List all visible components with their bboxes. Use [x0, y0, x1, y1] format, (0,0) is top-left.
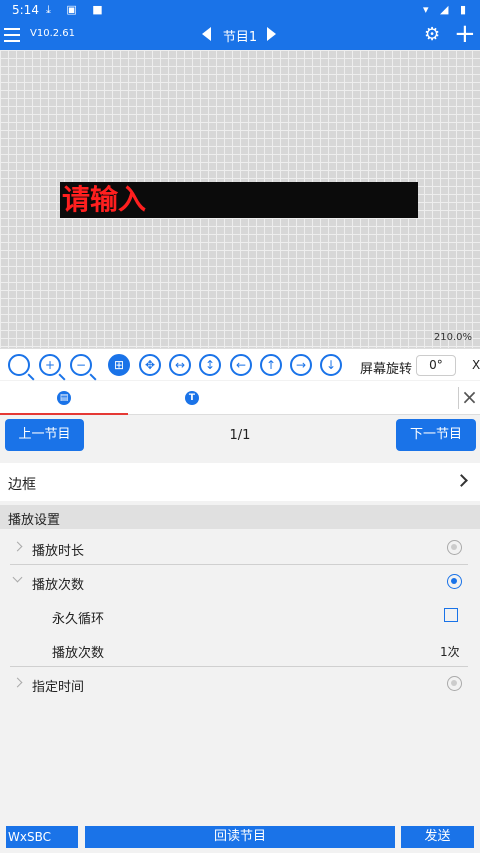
chevron-down-icon [12, 572, 23, 583]
app-version: V10.2.61 [30, 28, 76, 39]
play-settings-list: 播放时长 播放次数 永久循环 播放次数 1次 指定时间 [0, 529, 480, 714]
chevron-right-icon [455, 474, 468, 487]
add-icon[interactable]: + [454, 19, 476, 49]
center-icon[interactable]: ✥ [139, 354, 161, 376]
next-program-button[interactable]: 下一节目 [396, 419, 476, 451]
device-selector[interactable]: WxSBC [6, 826, 78, 848]
status-time: 5:14 [12, 3, 39, 17]
system-icons: ▾ ◢ ▮ [422, 3, 470, 16]
zoom-fit-icon[interactable] [8, 354, 30, 376]
page-indicator: 1/1 [229, 428, 251, 443]
rotate-close[interactable]: X [472, 358, 480, 372]
bottom-bar: WxSBC 回读节目 发送 [0, 823, 480, 853]
menu-icon[interactable] [4, 24, 20, 44]
duration-label: 播放时长 [32, 544, 85, 559]
border-settings-row[interactable]: 边框 [0, 463, 480, 501]
move-left-icon[interactable]: ← [230, 354, 252, 376]
zoom-level: 210.0% [433, 332, 472, 343]
loop-label: 永久循环 [52, 612, 105, 627]
led-text: 请输入 [62, 183, 147, 216]
tab-text[interactable]: T [128, 381, 256, 415]
count-value[interactable]: 1次 [440, 643, 460, 660]
chevron-right-icon [12, 677, 23, 688]
settings-icon[interactable]: ⚙ [424, 24, 440, 45]
list-item-count-mode[interactable]: 播放次数 [0, 565, 480, 599]
zoom-in-icon[interactable]: + [39, 354, 61, 376]
schedule-label: 指定时间 [32, 680, 85, 695]
move-right-icon[interactable]: → [290, 354, 312, 376]
element-tabs: ▤ T × [0, 381, 480, 415]
rotate-input[interactable]: 0° [416, 355, 456, 376]
count-label: 播放次数 [52, 646, 105, 661]
list-item-schedule[interactable]: 指定时间 [0, 667, 480, 701]
send-button[interactable]: 发送 [401, 826, 474, 848]
next-program-arrow-icon[interactable] [267, 27, 276, 41]
schedule-radio[interactable] [447, 676, 462, 691]
list-item-loop[interactable]: 永久循环 [0, 599, 480, 633]
close-icon[interactable]: × [458, 387, 480, 409]
app-bar: V10.2.61 节目1 ⚙ + [0, 19, 480, 50]
fit-height-icon[interactable]: ↕ [199, 354, 221, 376]
count-mode-label: 播放次数 [32, 578, 85, 593]
loop-checkbox[interactable] [444, 608, 458, 622]
count-mode-radio[interactable] [447, 574, 462, 589]
list-item-duration[interactable]: 播放时长 [0, 531, 480, 565]
chevron-right-icon [12, 541, 23, 552]
status-bar: 5:14 ⤓ ▣ ■ ▾ ◢ ▮ [0, 0, 480, 20]
move-down-icon[interactable]: ↓ [320, 354, 342, 376]
program-title: 节目1 [222, 30, 258, 45]
edit-toolbar: + − ⊞ ✥ ↔ ↕ ← ↑ → ↓ 屏幕旋转 0° X [0, 348, 480, 380]
tab-program[interactable]: ▤ [0, 381, 128, 415]
rotate-label: 屏幕旋转 [360, 362, 413, 377]
prev-program-button[interactable]: 上一节目 [5, 419, 84, 451]
led-text-area[interactable]: 请输入 [60, 182, 418, 218]
readback-button[interactable]: 回读节目 [85, 826, 395, 848]
list-item-count[interactable]: 播放次数 1次 [0, 633, 480, 667]
program-pager: 上一节目 1/1 下一节目 [0, 416, 480, 458]
led-canvas[interactable]: 请输入 210.0% [0, 50, 480, 348]
move-up-icon[interactable]: ↑ [260, 354, 282, 376]
grid-icon[interactable]: ⊞ [108, 354, 130, 376]
document-icon: ▤ [57, 391, 71, 405]
play-settings-header: 播放设置 [0, 505, 480, 529]
section-title: 播放设置 [8, 513, 61, 528]
fit-width-icon[interactable]: ↔ [169, 354, 191, 376]
border-label: 边框 [8, 477, 36, 493]
zoom-out-icon[interactable]: − [70, 354, 92, 376]
duration-radio[interactable] [447, 540, 462, 555]
text-icon: T [185, 391, 199, 405]
notification-icons: ⤓ ▣ ■ [46, 3, 109, 16]
prev-program-arrow-icon[interactable] [202, 27, 211, 41]
